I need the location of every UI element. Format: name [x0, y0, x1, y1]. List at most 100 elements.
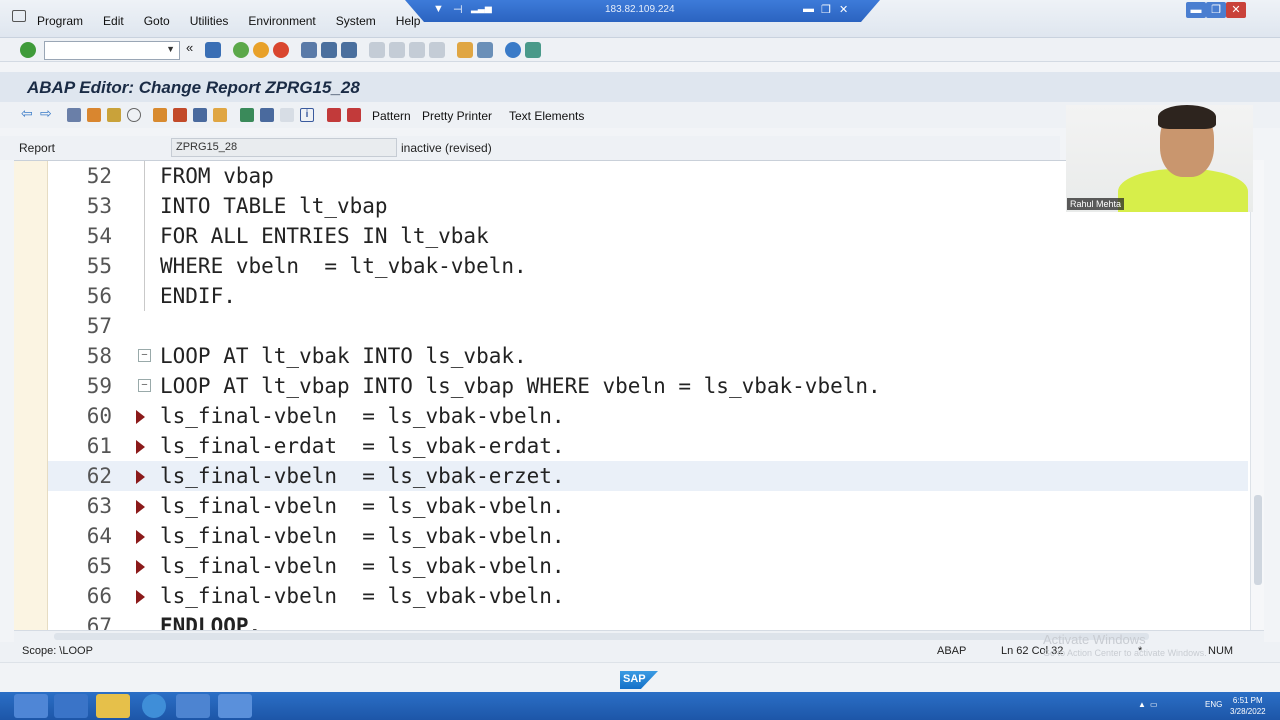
server-manager-icon[interactable] [14, 694, 48, 718]
menu-system[interactable]: System [336, 14, 376, 28]
remote-restore-icon[interactable]: ❐ [821, 3, 831, 16]
shortcut-icon[interactable] [477, 42, 493, 58]
line-number: 63 [86, 494, 112, 518]
code-line[interactable]: 61 ls_final-erdat = ls_vbak-erdat. [48, 431, 1248, 461]
customize-layout-icon[interactable] [525, 42, 541, 58]
code-editor[interactable]: 52 FROM vbap 53 INTO TABLE lt_vbap 54 FO… [14, 160, 1264, 630]
remote-minimize-icon[interactable]: ▬ [803, 3, 814, 15]
test-icon[interactable] [173, 108, 187, 122]
fold-toggle-icon[interactable]: − [138, 349, 151, 362]
remote-close-icon[interactable]: ✕ [839, 3, 848, 16]
pretty-printer-button[interactable]: Pretty Printer [422, 109, 492, 123]
fullscreen-icon[interactable] [280, 108, 294, 122]
tray-arrow-icon[interactable]: ▲ [1138, 700, 1146, 709]
menu-help[interactable]: Help [396, 14, 421, 28]
line-number: 61 [86, 434, 112, 458]
powershell-icon[interactable] [54, 694, 88, 718]
help-icon[interactable] [505, 42, 521, 58]
exit-icon[interactable] [253, 42, 269, 58]
pin-icon[interactable]: ⊣ [453, 3, 463, 16]
new-session-icon[interactable] [457, 42, 473, 58]
info-icon[interactable]: i [300, 108, 314, 122]
first-page-icon[interactable] [369, 42, 385, 58]
object-list-icon[interactable] [213, 108, 227, 122]
check-icon[interactable] [127, 108, 141, 122]
scroll-thumb[interactable] [1254, 495, 1262, 585]
where-used-icon[interactable] [193, 108, 207, 122]
enter-icon[interactable] [20, 42, 36, 58]
cancel-icon[interactable] [273, 42, 289, 58]
menu-program[interactable]: Program [37, 14, 83, 28]
code-text: ls_final-vbeln = ls_vbak-vbeln. [160, 494, 565, 518]
menu-environment[interactable]: Environment [248, 14, 315, 28]
window-menu-icon[interactable] [12, 10, 26, 22]
text-elements-button[interactable]: Text Elements [509, 109, 584, 123]
code-line[interactable]: 63 ls_final-vbeln = ls_vbak-vbeln. [48, 491, 1248, 521]
menu-utilities[interactable]: Utilities [190, 14, 229, 28]
taskbar-clock[interactable]: 6:51 PM 3/28/2022 [1230, 695, 1266, 717]
code-line[interactable]: 55 WHERE vbeln = lt_vbak-vbeln. [48, 251, 1248, 281]
fold-guide [144, 191, 145, 221]
line-number: 67 [86, 614, 112, 630]
collapse-icon[interactable]: « [186, 40, 198, 56]
signal-icon: ▂▃▅ [471, 3, 492, 13]
change-marker-icon [136, 530, 145, 544]
last-page-icon[interactable] [429, 42, 445, 58]
remote-connection-bar: ▼ ⊣ ▂▃▅ 183.82.109.224 ▬ ❐ ✕ [405, 0, 880, 22]
clock-time: 6:51 PM [1232, 696, 1263, 705]
fold-guide [144, 221, 145, 251]
close-button[interactable]: ✕ [1226, 2, 1246, 18]
delete-breakpoint-icon[interactable] [347, 108, 361, 122]
find-next-icon[interactable] [341, 42, 357, 58]
activate-icon[interactable] [153, 108, 167, 122]
command-field[interactable]: ▼ [44, 41, 180, 60]
arrow-left-icon[interactable]: ⇦ [21, 105, 35, 121]
code-line[interactable]: 60 ls_final-vbeln = ls_vbak-vbeln. [48, 401, 1248, 431]
language-indicator[interactable]: ENG [1205, 700, 1222, 709]
save-icon[interactable] [205, 42, 221, 58]
chrome-icon[interactable] [142, 694, 166, 718]
next-page-icon[interactable] [409, 42, 425, 58]
code-line[interactable]: 65 ls_final-vbeln = ls_vbak-vbeln. [48, 551, 1248, 581]
arrow-right-icon[interactable]: ⇨ [40, 105, 54, 121]
display-change-icon[interactable] [67, 108, 81, 122]
print-icon[interactable] [301, 42, 317, 58]
code-text: ls_final-vbeln = ls_vbak-vbeln. [160, 524, 565, 548]
fold-toggle-icon[interactable]: − [138, 379, 151, 392]
code-line-current[interactable]: 62 ls_final-vbeln = ls_vbak-erzet. [48, 461, 1248, 491]
code-line[interactable]: 58 − LOOP AT lt_vbak INTO ls_vbak. [48, 341, 1248, 371]
code-line[interactable]: 56 ENDIF. [48, 281, 1248, 311]
line-number: 55 [86, 254, 112, 278]
other-object-icon[interactable] [107, 108, 121, 122]
previous-page-icon[interactable] [389, 42, 405, 58]
line-number: 53 [86, 194, 112, 218]
active-inactive-icon[interactable] [87, 108, 101, 122]
menu-edit[interactable]: Edit [103, 14, 124, 28]
code-line[interactable]: 54 FOR ALL ENTRIES IN lt_vbak [48, 221, 1248, 251]
find-icon[interactable] [321, 42, 337, 58]
code-line[interactable]: 64 ls_final-vbeln = ls_vbak-vbeln. [48, 521, 1248, 551]
code-line[interactable]: 57 [48, 311, 1248, 341]
remote-dropdown-icon[interactable]: ▼ [433, 3, 444, 15]
scroll-thumb[interactable] [54, 633, 1149, 640]
minimize-button[interactable]: ▬ [1186, 2, 1206, 18]
code-line[interactable]: 67 ENDLOOP. [48, 611, 1248, 630]
code-text: FROM vbap [160, 164, 274, 188]
sap-gui-icon[interactable] [218, 694, 252, 718]
network-icon[interactable]: ▭ [1150, 700, 1158, 709]
code-line[interactable]: 59 − LOOP AT lt_vbap INTO ls_vbap WHERE … [48, 371, 1248, 401]
chevron-down-icon[interactable]: ▼ [166, 44, 175, 54]
restore-button[interactable]: ❐ [1206, 2, 1226, 18]
pattern-button[interactable]: Pattern [372, 109, 411, 123]
hierarchy-icon[interactable] [240, 108, 254, 122]
navigation-icon[interactable] [260, 108, 274, 122]
sap-logon-icon[interactable] [176, 694, 210, 718]
back-icon[interactable] [233, 42, 249, 58]
code-line[interactable]: 66 ls_final-vbeln = ls_vbak-vbeln. [48, 581, 1248, 611]
menu-goto[interactable]: Goto [144, 14, 170, 28]
vertical-scrollbar[interactable] [1250, 160, 1264, 630]
file-explorer-icon[interactable] [96, 694, 130, 718]
breakpoint-icon[interactable] [327, 108, 341, 122]
fold-guide [144, 161, 145, 191]
windows-taskbar: ▲ ▭ ENG 6:51 PM 3/28/2022 [0, 692, 1280, 720]
